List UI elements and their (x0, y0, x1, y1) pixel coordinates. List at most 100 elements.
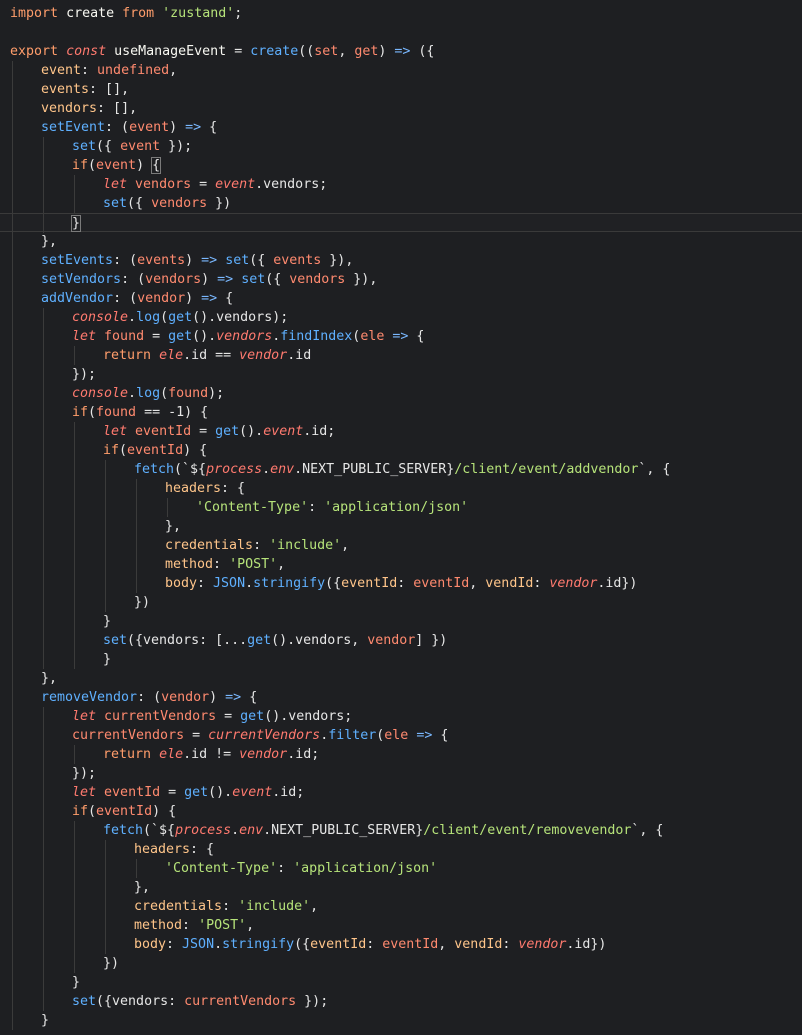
code-token: }), (345, 272, 378, 287)
indent-guide (167, 498, 168, 517)
code-editor[interactable]: import create from 'zustand'; export cons… (0, 0, 802, 1035)
code-line[interactable]: headers: { (0, 479, 802, 498)
code-line[interactable]: fetch(`${process.env.NEXT_PUBLIC_SERVER}… (0, 460, 802, 479)
indent-guide (74, 935, 75, 954)
indent-guide (74, 631, 75, 650)
code-line[interactable]: method: 'POST', (0, 555, 802, 574)
indent-guide (74, 194, 75, 213)
code-line[interactable]: }, (0, 669, 802, 688)
code-token: useManageEvent (114, 44, 227, 59)
code-token: = (184, 728, 209, 743)
code-line[interactable]: setEvent: (event) => { (0, 118, 802, 137)
indent-guide (12, 137, 13, 156)
code-token: }); (160, 139, 193, 154)
code-token: set (103, 633, 128, 648)
code-line[interactable]: }) (0, 954, 802, 973)
code-line[interactable]: let eventId = get().event.id; (0, 422, 802, 441)
code-line[interactable]: event: undefined, (0, 61, 802, 80)
indent-guide (43, 137, 44, 156)
code-line[interactable]: let found = get().vendors.findIndex(ele … (0, 327, 802, 346)
code-token: get (184, 785, 209, 800)
code-token: vendor (549, 576, 598, 591)
code-line[interactable]: let currentVendors = get().vendors; (0, 707, 802, 726)
code-line[interactable]: credentials: 'include', (0, 536, 802, 555)
code-line[interactable]: set({vendors: currentVendors }); (0, 992, 802, 1011)
code-token: ; (234, 6, 243, 21)
code-line[interactable]: }, (0, 517, 802, 536)
code-line[interactable]: if(eventId) { (0, 441, 802, 460)
code-token: } (41, 1013, 50, 1028)
code-token: => (201, 291, 218, 306)
code-line[interactable]: if(eventId) { (0, 802, 802, 821)
code-token: vendors (41, 101, 98, 116)
code-line[interactable]: 'Content-Type': 'application/json' (0, 859, 802, 878)
code-line[interactable]: }); (0, 365, 802, 384)
indent-guide (12, 61, 13, 80)
code-line[interactable]: } (0, 1011, 802, 1030)
code-line[interactable]: import create from 'zustand'; (0, 4, 802, 23)
indent-guide (43, 403, 44, 422)
code-line[interactable]: } (0, 973, 802, 992)
code-line[interactable]: events: [], (0, 80, 802, 99)
code-line[interactable]: setVendors: (vendors) => set({ vendors }… (0, 270, 802, 289)
code-token: ({ (96, 139, 121, 154)
code-token: setVendors (41, 272, 122, 287)
code-line[interactable]: if(found == -1) { (0, 403, 802, 422)
code-token: : ( (137, 690, 162, 705)
indent-guide (12, 593, 13, 612)
code-line[interactable]: set({ event }); (0, 137, 802, 156)
code-line[interactable]: }, (0, 232, 802, 251)
code-line[interactable]: console.log(get().vendors); (0, 308, 802, 327)
code-line[interactable]: headers: { (0, 840, 802, 859)
indent-guide (105, 536, 106, 555)
code-line[interactable]: let vendors = event.vendors; (0, 175, 802, 194)
code-token: undefined (97, 63, 170, 78)
code-line[interactable]: console.log(found); (0, 384, 802, 403)
indent-guide (136, 479, 137, 498)
code-token: eventId (96, 804, 153, 819)
code-line[interactable]: addVendor: (vendor) => { (0, 289, 802, 308)
code-line[interactable]: 'Content-Type': 'application/json' (0, 498, 802, 517)
code-text: if(eventId) { (72, 802, 176, 821)
code-line[interactable]: return ele.id == vendor.id (0, 346, 802, 365)
code-token: stringify (222, 937, 295, 952)
code-token: , (341, 538, 350, 553)
indent-guide (74, 460, 75, 479)
code-line[interactable]: let eventId = get().event.id; (0, 783, 802, 802)
indent-guide (74, 479, 75, 498)
code-token: ({ (410, 44, 435, 59)
code-token: vendor (239, 747, 288, 762)
code-line[interactable]: set({ vendors }) (0, 194, 802, 213)
code-text: export const useManageEvent = create((se… (10, 42, 434, 61)
code-line[interactable]: export const useManageEvent = create((se… (0, 42, 802, 61)
code-line[interactable]: } (0, 650, 802, 669)
code-line[interactable]: currentVendors = currentVendors.filter(e… (0, 726, 802, 745)
code-line[interactable]: body: JSON.stringify({eventId: eventId, … (0, 935, 802, 954)
code-line[interactable]: credentials: 'include', (0, 897, 802, 916)
code-line[interactable]: vendors: [], (0, 99, 802, 118)
code-token: get (168, 310, 193, 325)
code-line[interactable]: } (0, 213, 802, 233)
code-token: create (66, 6, 115, 21)
code-line[interactable]: body: JSON.stringify({eventId: eventId, … (0, 574, 802, 593)
code-line[interactable]: fetch(`${process.env.NEXT_PUBLIC_SERVER}… (0, 821, 802, 840)
code-token: .id (287, 348, 312, 363)
code-token: return (103, 348, 152, 363)
code-token: removeVendor (41, 690, 138, 705)
code-token: `, { (638, 462, 671, 477)
code-token: currentVendors (184, 994, 297, 1009)
code-line[interactable]: }) (0, 593, 802, 612)
code-line[interactable]: }); (0, 764, 802, 783)
code-text: credentials: 'include', (165, 536, 349, 555)
indent-guide (74, 916, 75, 935)
code-line[interactable]: } (0, 612, 802, 631)
code-line[interactable]: setEvents: (events) => set({ events }), (0, 251, 802, 270)
code-line[interactable] (0, 23, 802, 42)
code-line[interactable]: removeVendor: (vendor) => { (0, 688, 802, 707)
code-line[interactable]: method: 'POST', (0, 916, 802, 935)
code-line[interactable]: set({vendors: [...get().vendors, vendor]… (0, 631, 802, 650)
code-line[interactable]: }, (0, 878, 802, 897)
code-line[interactable]: if(event) { (0, 156, 802, 175)
indent-guide (74, 555, 75, 574)
code-line[interactable]: return ele.id != vendor.id; (0, 745, 802, 764)
